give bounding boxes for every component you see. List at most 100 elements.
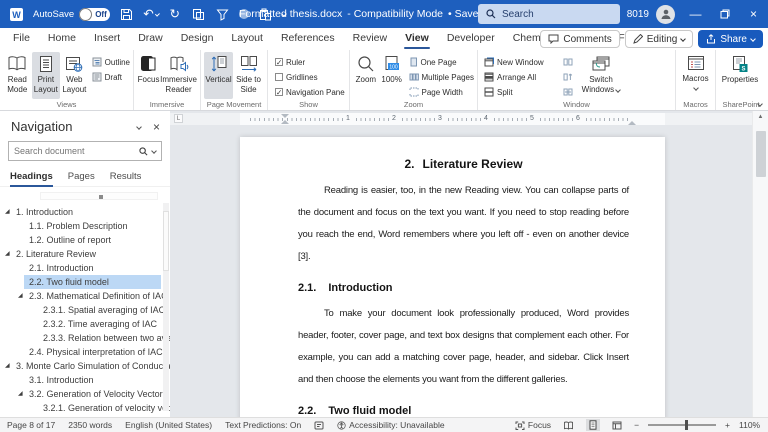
nav-heading-item[interactable]: ◢ 2. Literature Review [5,247,161,261]
print-layout-view-button[interactable] [586,419,601,431]
ribbon-tab-home[interactable]: Home [39,28,85,50]
collapse-arrow-icon[interactable]: ◢ [5,205,10,219]
nav-pane-close-icon[interactable]: × [153,121,160,133]
nav-search-dropdown-icon[interactable] [151,148,157,154]
nav-vertical-scrollbar[interactable] [163,203,169,411]
zoom-out-button[interactable]: − [634,420,639,430]
autosave-control[interactable]: AutoSave Off [33,7,111,21]
nav-heading-item[interactable]: 1.1. Problem Description [29,219,161,233]
web-layout-button[interactable]: Web Layout [60,52,89,99]
filter-icon[interactable] [215,6,230,22]
nav-horizontal-scrollbar[interactable] [40,192,158,200]
properties-button[interactable]: S Properties [719,52,761,99]
text-predictions-status[interactable]: Text Predictions: On [225,420,301,430]
ribbon-tab-layout[interactable]: Layout [222,28,272,50]
ribbon-tab-developer[interactable]: Developer [438,28,504,50]
indent-marker-icon[interactable] [281,114,289,124]
nav-tab-results[interactable]: Results [110,167,142,187]
nav-heading-item[interactable]: ◢ 3.2. Generation of Velocity Vector [18,387,163,401]
nav-heading-item[interactable]: 2.1. Introduction [29,261,161,275]
language-status[interactable]: English (United States) [125,420,212,430]
nav-heading-item[interactable]: 2.4. Physical interpretation of IAC [29,345,163,359]
ribbon-tab-review[interactable]: Review [344,28,396,50]
nav-heading-item[interactable]: ◢ 1. Introduction [5,205,161,219]
zoom-slider[interactable] [648,420,717,430]
horizontal-ruler[interactable]: L 1 2 3 4 5 6 [170,113,752,125]
nav-search-icon[interactable] [139,146,148,156]
minimize-button[interactable]: — [681,0,710,28]
nav-search-box[interactable] [8,141,162,161]
new-window-button[interactable]: New Window [484,56,563,68]
scrollbar-thumb[interactable] [756,131,766,177]
print-layout-button[interactable]: Print Layout [31,52,61,99]
word-count-status[interactable]: 2350 words [68,420,112,430]
copy-icon[interactable] [191,6,206,22]
multiple-pages-button[interactable]: Multiple Pages [409,71,474,83]
read-mode-button[interactable]: Read Mode [3,52,32,99]
read-mode-view-button[interactable] [560,420,577,431]
ribbon-tab-view[interactable]: View [396,28,438,50]
search-input[interactable] [502,8,602,20]
web-layout-view-button[interactable] [609,420,625,431]
avatar[interactable] [656,4,675,24]
one-page-button[interactable]: One Page [409,56,474,68]
nav-heading-item[interactable]: 2.3.3. Relation between two avera... [43,331,187,345]
page-number-status[interactable]: Page 8 of 17 [7,420,55,430]
side-to-side-button[interactable]: Side to Side [233,52,264,99]
nav-heading-item[interactable]: 1.2. Outline of report [29,233,161,247]
nav-heading-item[interactable]: ◢ 2.3. Mathematical Definition of IAC [18,289,168,303]
collapse-arrow-icon[interactable]: ◢ [18,289,23,303]
autosave-toggle[interactable]: Off [79,7,111,21]
undo-icon[interactable]: ↶ [143,6,160,22]
split-button[interactable]: Split [484,86,563,98]
vertical-button[interactable]: Vertical [204,52,234,99]
document-vertical-scrollbar[interactable]: ▲ [752,111,768,417]
ribbon-tab-references[interactable]: References [272,28,344,50]
collapse-arrow-icon[interactable]: ◢ [5,247,10,261]
tab-selector-icon[interactable]: L [174,114,183,123]
restore-button[interactable] [710,0,739,28]
ribbon-tab-insert[interactable]: Insert [85,28,129,50]
arrange-all-button[interactable]: Arrange All [484,71,563,83]
zoom-button[interactable]: Zoom [353,52,379,99]
user-id-label[interactable]: 8019 [627,9,649,20]
outline-button[interactable]: Outline [92,56,130,68]
nav-heading-item[interactable]: ◢ 3. Monte Carlo Simulation of Conductan.… [5,359,183,373]
zoom-100-button[interactable]: 100 100% [379,52,405,99]
immersive-reader-button[interactable]: Immersive Reader [160,52,197,99]
nav-heading-item[interactable]: 2.3.1. Spatial averaging of IAC [43,303,165,317]
reset-window-position-icon[interactable] [563,86,579,98]
nav-heading-item[interactable]: 2.2. Two fluid model [24,275,161,289]
focus-mode-button[interactable]: Focus [515,420,551,430]
zoom-percentage[interactable]: 110% [739,420,761,430]
nav-pane-options-icon[interactable] [136,123,142,130]
collapse-arrow-icon[interactable]: ◢ [5,359,10,373]
macros-button[interactable]: Macros [679,52,712,99]
nav-heading-item[interactable]: 2.3.2. Time averaging of IAC [43,317,161,331]
redo-icon[interactable]: ↻ [167,6,182,22]
nav-heading-item[interactable]: 3.1. Introduction [29,373,161,387]
zoom-in-button[interactable]: + [725,420,730,430]
zoom-slider-thumb[interactable] [685,420,689,430]
comments-button[interactable]: Comments [540,30,620,48]
scroll-up-icon[interactable]: ▲ [753,111,768,124]
navigation-pane-checkbox[interactable]: ✓ Navigation Pane [275,86,346,98]
synchronous-scrolling-icon[interactable] [563,71,579,83]
focus-button[interactable]: Focus [137,52,160,99]
save-icon[interactable] [119,6,134,22]
search-box[interactable] [478,4,620,24]
nav-tab-pages[interactable]: Pages [68,167,95,187]
ribbon-tab-draw[interactable]: Draw [129,28,172,50]
sync-status-icon[interactable] [314,421,324,430]
collapse-arrow-icon[interactable]: ◢ [18,387,23,401]
ribbon-tab-file[interactable]: File [4,28,39,50]
nav-heading-item[interactable]: 3.2.1. Generation of velocity vector [43,401,182,415]
page-width-button[interactable]: Page Width [409,86,474,98]
nav-search-input[interactable] [14,146,135,156]
nav-tab-headings[interactable]: Headings [10,167,53,187]
ruler-checkbox[interactable]: ✓ Ruler [275,56,346,68]
switch-windows-button[interactable]: Switch Windows [579,52,623,99]
right-indent-marker-icon[interactable] [628,119,636,125]
gridlines-checkbox[interactable]: Gridlines [275,71,346,83]
draft-button[interactable]: Draft [92,71,130,83]
